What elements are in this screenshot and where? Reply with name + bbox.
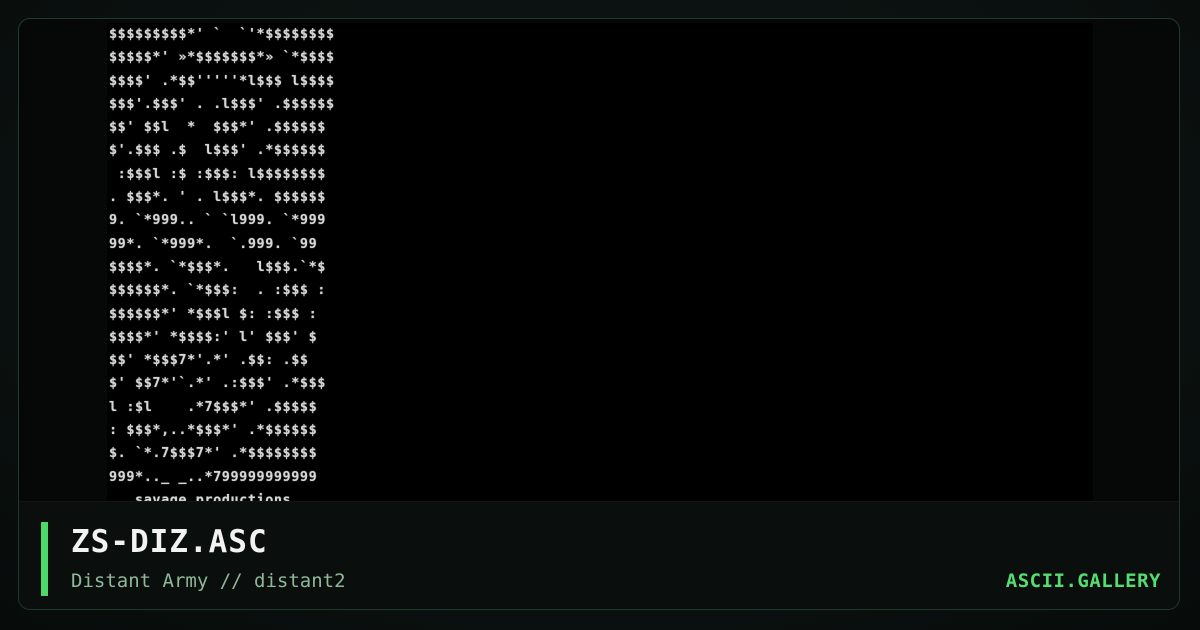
ascii-line: $$$$$$*. `*$$$: . :$$$ : — [109, 282, 326, 299]
ascii-line: : $$$*,..*$$$*' .*$$$$$$ — [109, 422, 318, 439]
caption-bar: ZS-DIZ.ASC Distant Army // distant2 ASCI… — [19, 501, 1179, 609]
page-background: $$$$$$$$$*' ` `'*$$$$$$$$ $$$$$*' »*$$$$… — [0, 0, 1200, 630]
ascii-line: .. savage productions .. — [109, 491, 318, 501]
ascii-line: $. `*.7$$$7*' .*$$$$$$$$ — [109, 445, 318, 462]
ascii-line: $$$$$$$$$*' ` `'*$$$$$$$$ — [109, 26, 335, 42]
ascii-line: 9. `*999.. ` `l999. `*999 — [109, 212, 326, 229]
site-brand-link[interactable]: ASCII.GALLERY — [1006, 570, 1161, 592]
ascii-line: $$$$*' *$$$$:' l' $$$' $ — [109, 328, 318, 345]
ascii-line: $'.$$$ .$ l$$$' .*$$$$$$ — [109, 142, 326, 159]
ascii-line: $$$$$$*' *$$$l $: :$$$ : — [109, 305, 318, 322]
ascii-line: :$$$l :$ :$$$: l$$$$$$$$ — [109, 165, 326, 182]
accent-bar — [41, 522, 48, 596]
ascii-line: $$$$$*' »*$$$$$$$*» `*$$$$ — [109, 49, 335, 66]
ascii-line: $$' *$$$7*'.*' .$$: .$$ — [109, 352, 309, 369]
card-frame: $$$$$$$$$*' ` `'*$$$$$$$$ $$$$$*' »*$$$$… — [18, 18, 1180, 610]
ascii-line: l :$l .*7$$$*' .$$$$$ — [109, 398, 318, 415]
ascii-line: 99*. `*999*. `.999. `99 — [109, 235, 318, 252]
ascii-art: $$$$$$$$$*' ` `'*$$$$$$$$ $$$$$*' »*$$$$… — [109, 23, 335, 501]
ascii-line: $$$$' .*$$'''''*l$$$ l$$$$ — [109, 72, 335, 89]
ascii-line: $$' $$l * $$$*' .$$$$$$ — [109, 119, 326, 136]
art-title: ZS-DIZ.ASC — [71, 524, 268, 560]
ascii-line: $$$'.$$$' . .l$$$' .$$$$$$ — [109, 95, 335, 112]
ascii-line: $' $$7*'`.*' .:$$$' .*$$$ — [109, 375, 326, 392]
ascii-line: . $$$*. ' . l$$$*. $$$$$$ — [109, 189, 326, 206]
ascii-line: $$$$*. `*$$$*. l$$$.`*$ — [109, 258, 326, 275]
art-subtitle: Distant Army // distant2 — [71, 570, 346, 592]
ascii-art-canvas: $$$$$$$$$*' ` `'*$$$$$$$$ $$$$$*' »*$$$$… — [107, 23, 1093, 501]
ascii-line: 999*.._ _..*799999999999 — [109, 468, 318, 485]
